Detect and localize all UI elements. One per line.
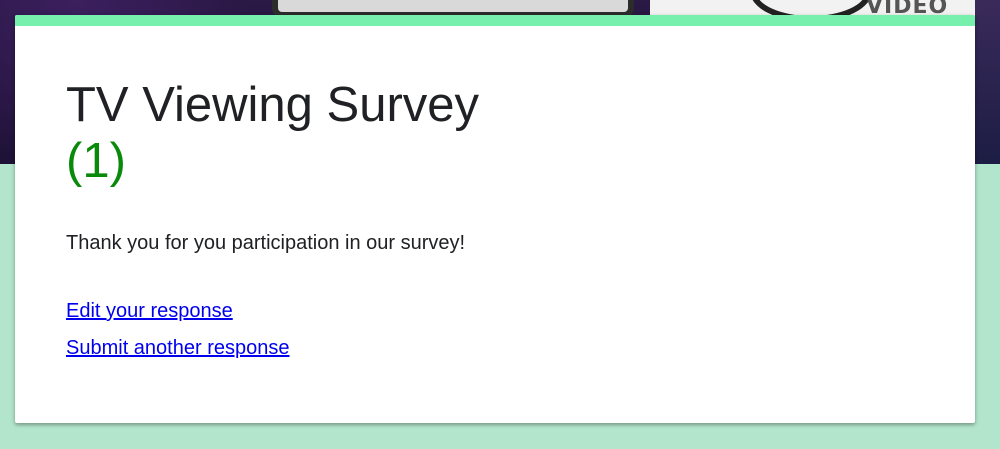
edit-response-link[interactable]: Edit your response bbox=[66, 299, 233, 323]
card-accent-bar bbox=[15, 15, 975, 26]
confirmation-card: TV Viewing Survey (1) Thank you for you … bbox=[15, 15, 975, 423]
form-title-count: (1) bbox=[66, 134, 126, 188]
submit-another-response-link[interactable]: Submit another response bbox=[66, 336, 289, 360]
form-title: TV Viewing Survey (1) bbox=[66, 77, 479, 189]
banner-edge-strip bbox=[975, 0, 1000, 164]
confirmation-message: Thank you for you participation in our s… bbox=[66, 232, 466, 254]
form-title-text: TV Viewing Survey bbox=[66, 78, 480, 132]
